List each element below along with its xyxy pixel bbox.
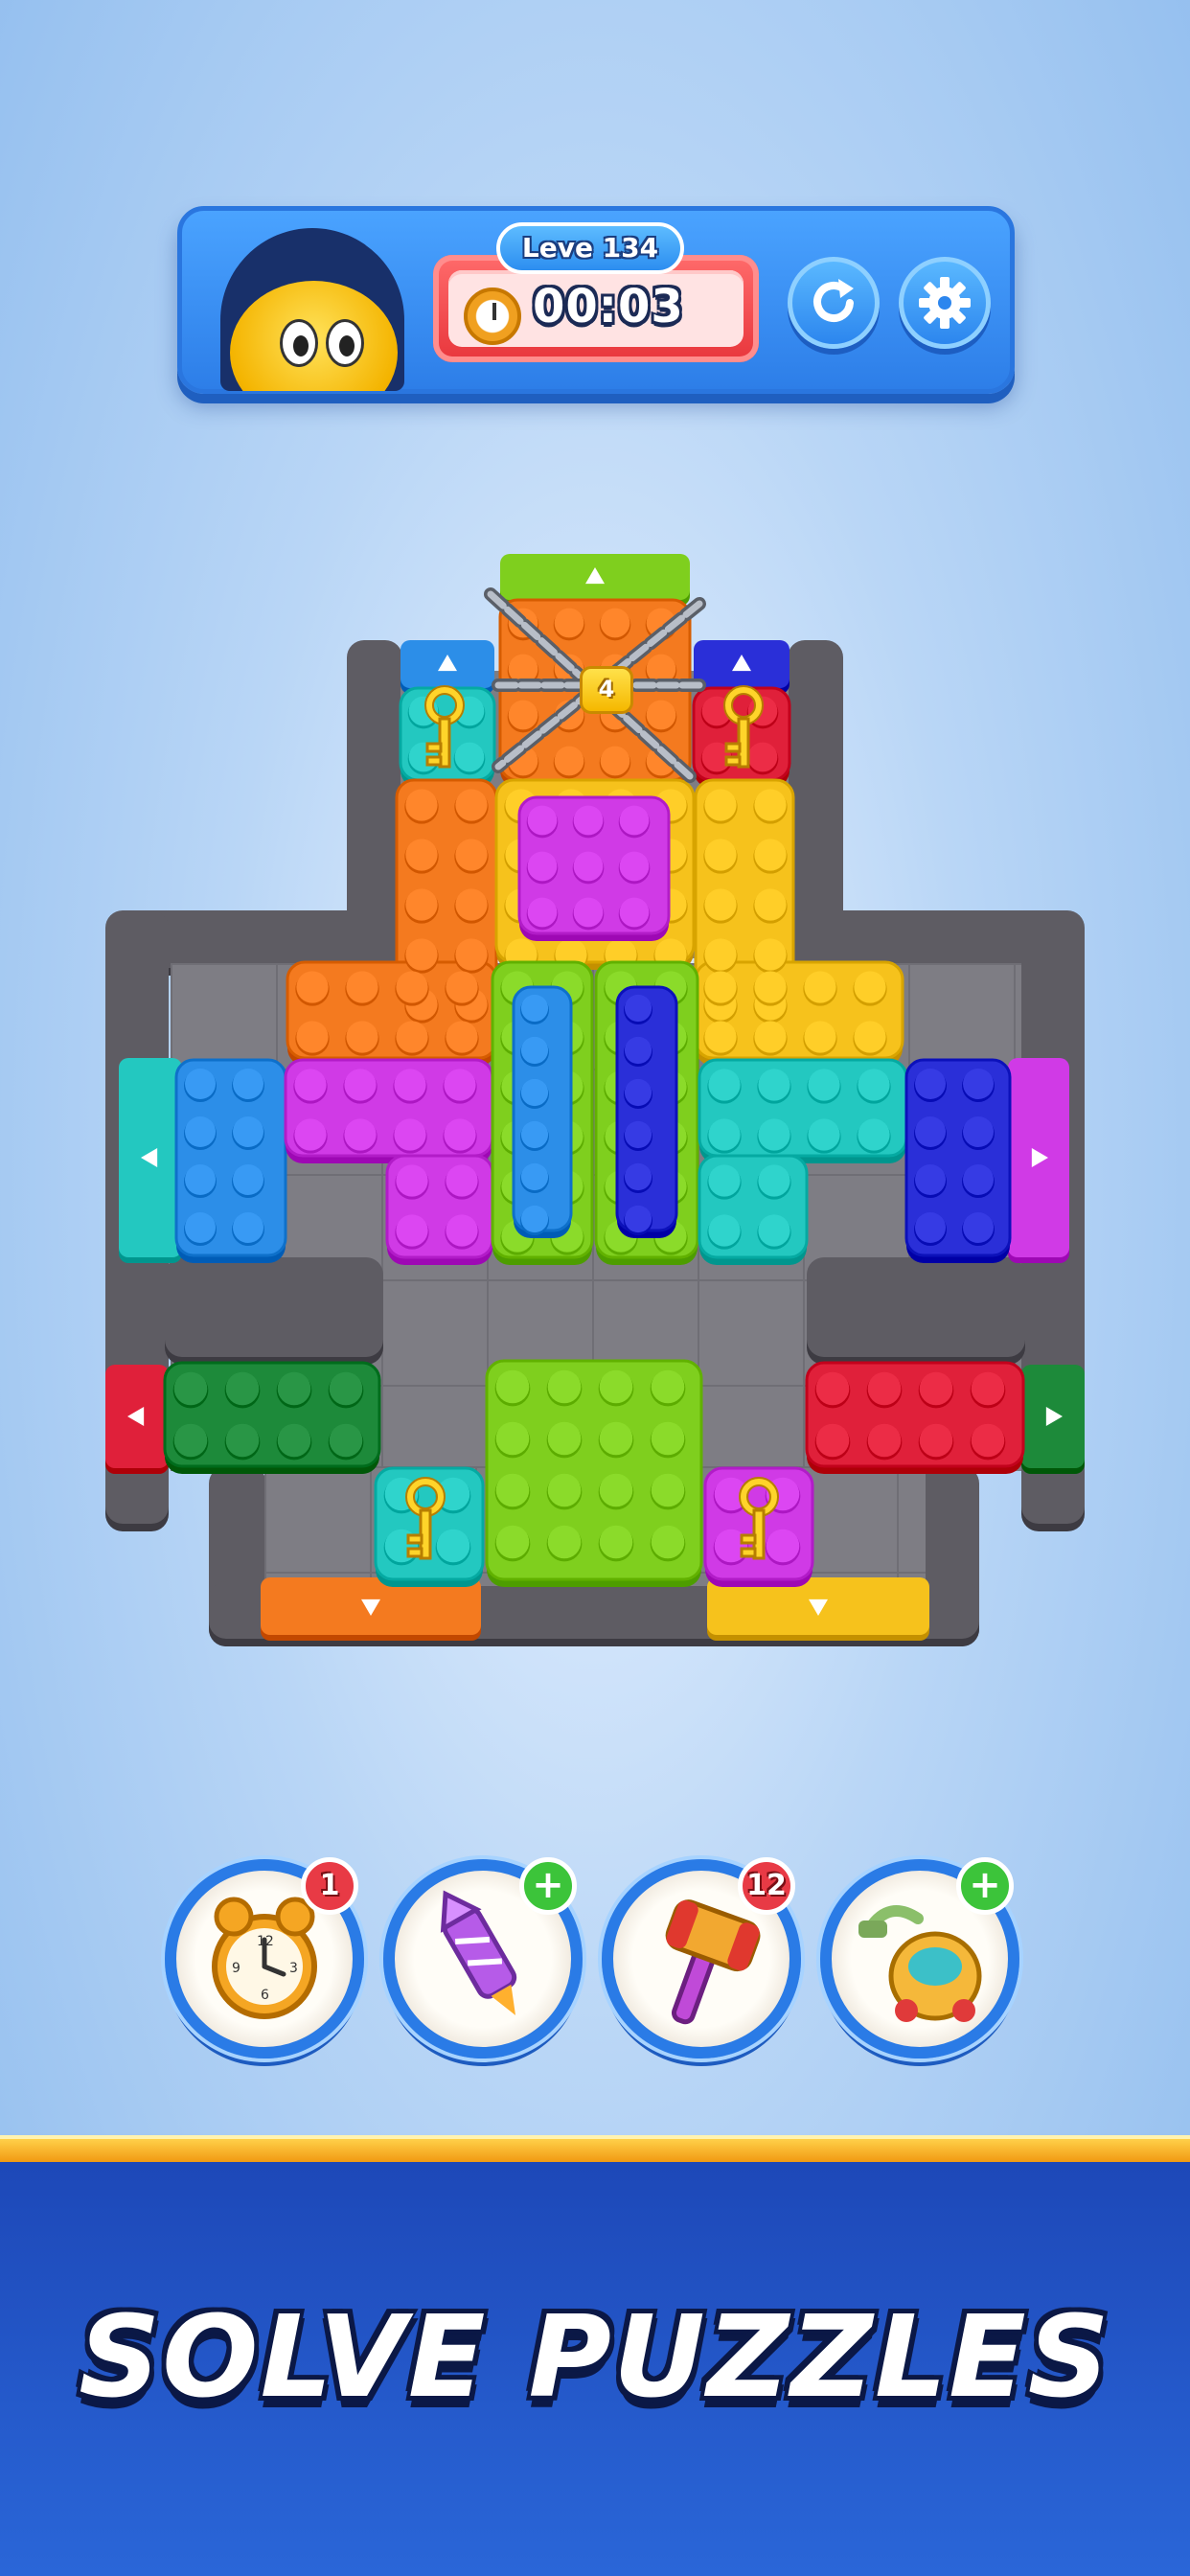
exit-gate-right-magenta[interactable]	[1008, 1058, 1069, 1263]
darkgreen-bar-block[interactable]	[163, 1361, 381, 1474]
exit-gate-right-darkgreen[interactable]	[1021, 1365, 1085, 1474]
orange-l-block[interactable]	[286, 778, 498, 1066]
navy-column-block[interactable]	[904, 1058, 1012, 1263]
vacuum-booster[interactable]: +	[820, 1857, 1019, 2058]
svg-text:3: 3	[289, 1961, 298, 1976]
svg-text:12: 12	[257, 1934, 274, 1949]
green-big-block[interactable]	[485, 1359, 703, 1587]
exit-gate-left-cyan[interactable]	[119, 1058, 182, 1263]
banner-stripe	[0, 2135, 1190, 2162]
booster-add-badge[interactable]: +	[519, 1857, 577, 1915]
svg-text:6: 6	[261, 1988, 269, 2003]
magenta-square-block[interactable]	[517, 795, 671, 941]
cyan-t-block[interactable]	[698, 1058, 908, 1265]
booster-add-badge[interactable]: +	[956, 1857, 1014, 1915]
exit-gate-left-red[interactable]	[105, 1365, 169, 1474]
blue-column-block[interactable]	[174, 1058, 287, 1263]
board-blocks-layer	[105, 554, 1085, 1641]
blue-inner-bar[interactable]	[512, 985, 573, 1238]
red-bar-block[interactable]	[805, 1361, 1025, 1474]
rocket-booster[interactable]: +	[383, 1857, 583, 2058]
svg-text:9: 9	[232, 1961, 240, 1976]
navy-inner-bar[interactable]	[615, 985, 678, 1238]
alarm-clock-booster[interactable]: 12 9 3 6 1	[165, 1857, 364, 2058]
magenta-l-block[interactable]	[284, 1058, 494, 1265]
hammer-booster[interactable]: 12	[602, 1857, 801, 2058]
exit-gate-top-green[interactable]	[500, 554, 690, 606]
chain-lock-counter: 4	[580, 666, 633, 714]
booster-count-badge: 1	[301, 1857, 358, 1915]
banner-title: SOLVE PUZZLES	[79, 2290, 1111, 2423]
booster-count-badge: 12	[738, 1857, 795, 1915]
yellow-l-block[interactable]	[694, 778, 904, 1066]
puzzle-board: 4	[0, 0, 1190, 1687]
